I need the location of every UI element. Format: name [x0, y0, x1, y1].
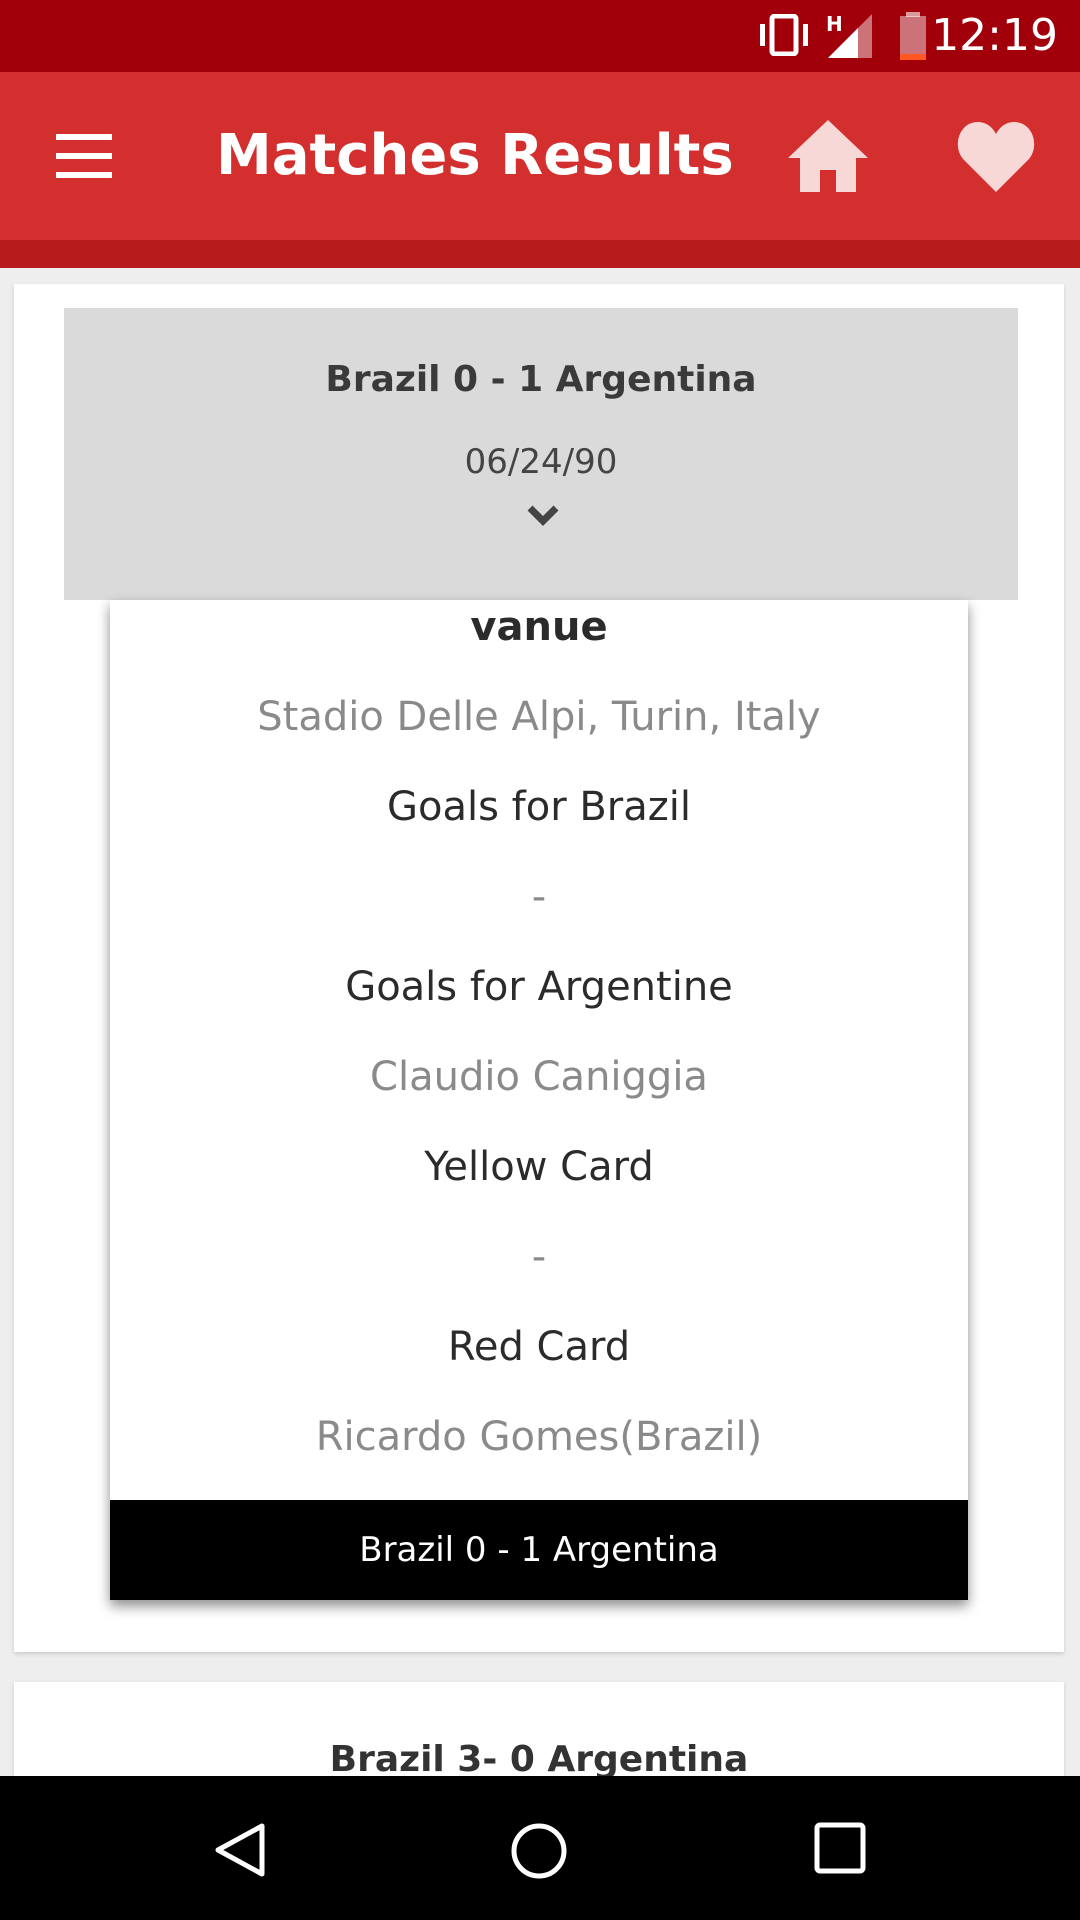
red-card-value: Ricardo Gomes(Brazil)	[315, 1414, 763, 1460]
back-icon[interactable]	[212, 1822, 268, 1878]
home-icon[interactable]	[786, 118, 870, 194]
yellow-card-value: -	[531, 1234, 547, 1280]
match-date: 06/24/90	[464, 442, 618, 482]
chevron-down-icon[interactable]	[526, 504, 560, 528]
battery-icon	[900, 12, 926, 60]
page-title: Matches Results	[216, 123, 734, 188]
match-header[interactable]: Brazil 0 - 1 Argentina 06/24/90	[64, 308, 1018, 600]
match-footer: Brazil 0 - 1 Argentina	[110, 1500, 968, 1600]
yellow-card-label: Yellow Card	[424, 1144, 654, 1190]
status-bar: H 12:19	[0, 0, 1080, 72]
match-card[interactable]: Brazil 0 - 1 Argentina 06/24/90 vanue St…	[14, 284, 1064, 1652]
signal-icon	[828, 14, 872, 58]
goals-team2-label: Goals for Argentine	[345, 964, 733, 1010]
venue-value: Stadio Delle Alpi, Turin, Italy	[257, 694, 821, 740]
match-score: Brazil 0 - 1 Argentina	[325, 359, 757, 400]
goals-team1-label: Goals for Brazil	[387, 784, 691, 830]
venue-label: vanue	[470, 604, 608, 650]
home-nav-icon[interactable]	[510, 1822, 568, 1880]
goals-team1-value: -	[531, 874, 547, 920]
menu-icon[interactable]	[56, 134, 112, 178]
recent-apps-icon[interactable]	[814, 1822, 866, 1874]
vibrate-icon	[760, 14, 808, 56]
goals-team2-value: Claudio Caniggia	[370, 1054, 708, 1100]
app-bar-shadow	[0, 240, 1080, 268]
status-time: 12:19	[931, 10, 1058, 61]
navigation-bar	[0, 1776, 1080, 1920]
match-details-panel: vanue Stadio Delle Alpi, Turin, Italy Go…	[110, 600, 968, 1600]
app-bar: Matches Results	[0, 72, 1080, 240]
heart-icon[interactable]	[956, 118, 1036, 194]
red-card-label: Red Card	[447, 1324, 631, 1370]
